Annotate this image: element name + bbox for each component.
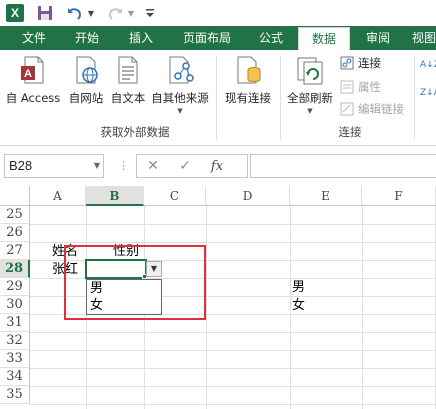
redo-icon[interactable] [106,3,124,23]
cell-e30[interactable]: 女 [292,297,305,315]
insert-function-button[interactable]: fx [201,159,233,174]
gridline [30,404,436,405]
ribbon-tabs: 文件 开始 插入 页面布局 公式 数据 审阅 视图 [0,26,436,51]
ribbon-body: A 自 Access 自网站 自文本 自其他来源 ▼ 获取外部数据 现有连接 全… [0,50,436,146]
column-header-d[interactable]: D [206,186,290,206]
annotation-highlight-box [64,245,206,320]
gridline [30,350,436,351]
row-header-35[interactable]: 35 [0,386,30,404]
worksheet-grid: A B C D E F 25 26 27 28 29 30 31 32 33 3… [0,186,436,409]
other-sources-icon [164,54,196,86]
tab-formulas[interactable]: 公式 [248,26,294,50]
row-header-34[interactable]: 34 [0,368,30,386]
gridline [30,368,436,369]
edit-links-label: 编辑链接 [358,102,404,116]
customize-toolbar-icon[interactable] [144,3,156,23]
column-header-b[interactable]: B [86,186,144,206]
gridline [30,332,436,333]
row-header-33[interactable]: 33 [0,350,30,368]
refresh-icon [294,54,326,86]
tab-view[interactable]: 视图 [404,26,436,50]
from-web-label: 自网站 [68,91,104,105]
connections-button[interactable]: 连接 [340,54,381,72]
refresh-all-label: 全部刷新 [287,91,333,105]
edit-links-icon [340,102,354,116]
column-header-a[interactable]: A [30,186,86,206]
gridline [290,206,291,409]
tab-file[interactable]: 文件 [6,26,62,50]
get-external-data-group-label: 获取外部数据 [100,125,170,139]
name-box[interactable]: B28 [4,154,104,178]
connections-group-label: 连接 [338,125,362,139]
tab-home[interactable]: 开始 [64,26,110,50]
column-header-e[interactable]: E [290,186,362,206]
text-file-icon [112,54,144,86]
properties-icon [340,80,354,94]
from-access-button[interactable]: A 自 Access [2,54,64,112]
row-header-29[interactable]: 29 [0,278,30,296]
properties-button[interactable]: 属性 [340,78,381,96]
chevron-down-icon: ▼ [307,107,313,115]
existing-connections-icon [232,54,264,86]
edit-links-button[interactable]: 编辑链接 [340,100,404,118]
column-header-f[interactable]: F [362,186,436,206]
cell-e29[interactable]: 男 [292,279,305,297]
undo-dropdown-icon[interactable]: ▼ [86,3,96,23]
existing-connections-label: 现有连接 [225,91,271,105]
row-header-27[interactable]: 27 [0,242,30,260]
existing-connections-button[interactable]: 现有连接 [220,54,276,112]
sort-ascending-icon[interactable]: A↓Z [420,56,436,74]
enter-icon[interactable]: ✓ [169,158,201,174]
row-header-28[interactable]: 28 [0,260,30,278]
group-divider [414,56,415,140]
properties-label: 属性 [358,80,381,94]
row-header-32[interactable]: 32 [0,332,30,350]
select-all-corner[interactable] [0,186,30,206]
row-header-30[interactable]: 30 [0,296,30,314]
web-icon [70,54,102,86]
connections-icon [340,56,354,70]
gridline [30,386,436,387]
gridline [30,242,436,243]
cancel-icon[interactable]: ✕ [137,158,169,174]
formula-input[interactable] [250,154,436,178]
gridline [206,206,207,409]
tab-insert[interactable]: 插入 [116,26,166,50]
tab-data[interactable]: 数据 [298,27,350,51]
group-divider [216,56,217,140]
from-text-button[interactable]: 自文本 [108,54,148,112]
chevron-down-icon[interactable]: ▼ [90,154,104,178]
formula-bar: B28 ▼ ⋮ ✕ ✓ fx [0,152,436,180]
from-access-label: 自 Access [5,91,61,105]
save-icon[interactable] [36,3,54,23]
undo-icon[interactable] [66,3,84,23]
formula-bar-resize-handle[interactable]: ⋮ [118,158,129,174]
tab-review[interactable]: 审阅 [356,26,400,50]
connections-label: 连接 [358,56,381,70]
from-web-button[interactable]: 自网站 [64,54,108,112]
quick-access-toolbar: X ▼ ▼ [0,0,436,26]
sort-descending-icon[interactable]: Z↓A [420,84,436,102]
gridline [30,224,436,225]
row-header-31[interactable]: 31 [0,314,30,332]
tab-page-layout[interactable]: 页面布局 [172,26,242,50]
group-divider [280,56,281,140]
refresh-all-button[interactable]: 全部刷新 ▼ [282,54,338,115]
excel-logo-icon: X [6,4,24,22]
from-other-sources-label: 自其他来源 [151,91,209,105]
from-text-label: 自文本 [110,91,146,105]
formula-buttons: ✕ ✓ fx [136,154,248,178]
chevron-down-icon: ▼ [177,107,183,115]
row-header-26[interactable]: 26 [0,224,30,242]
row-header-25[interactable]: 25 [0,206,30,224]
access-icon: A [17,54,49,86]
column-header-c[interactable]: C [144,186,206,206]
svg-text:A: A [24,68,32,80]
from-other-sources-button[interactable]: 自其他来源 ▼ [148,54,212,115]
gridline [362,206,363,409]
redo-dropdown-icon[interactable]: ▼ [126,3,136,23]
